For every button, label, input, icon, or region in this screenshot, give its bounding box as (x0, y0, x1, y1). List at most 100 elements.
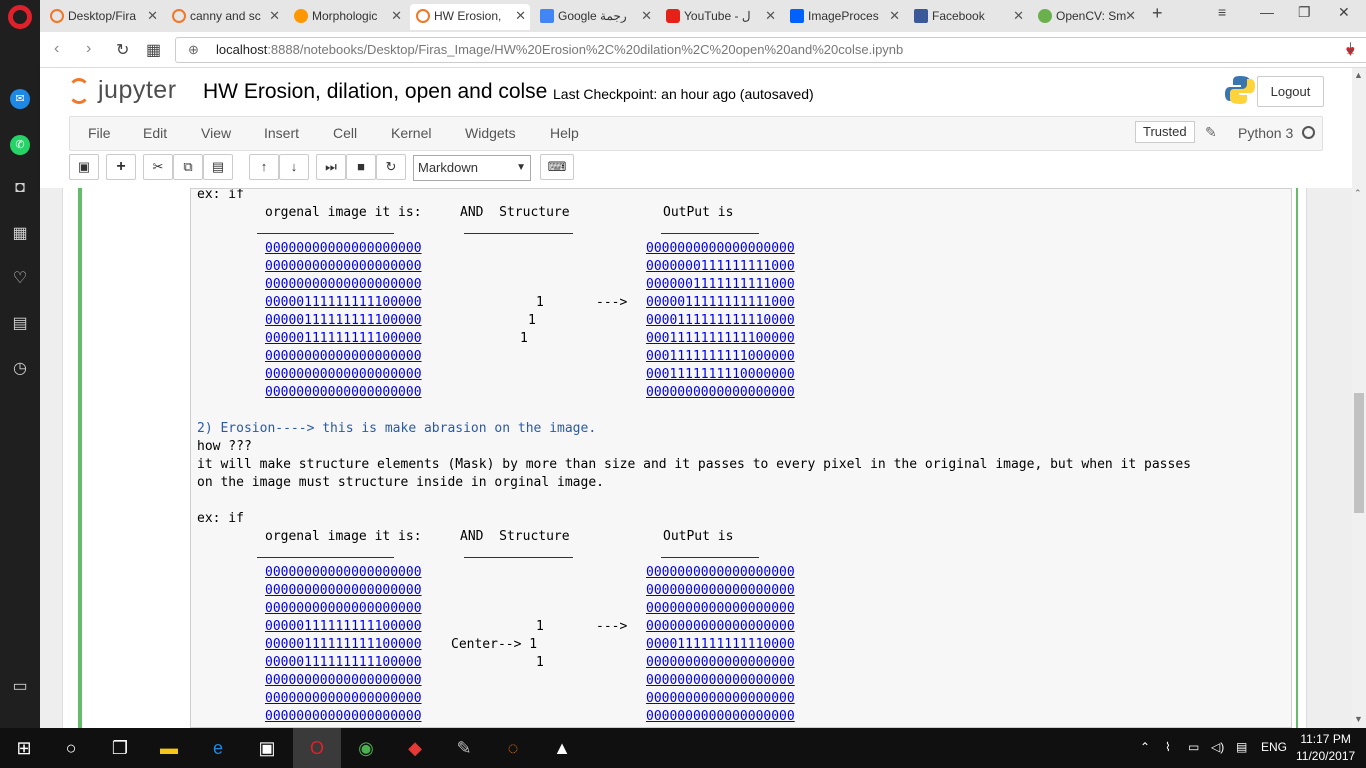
menu-cell[interactable]: Cell (333, 125, 357, 141)
keyboard-shortcuts-button[interactable]: ⌨ (540, 154, 574, 180)
matrix-row[interactable]: 00000000000000000000 (265, 564, 422, 582)
matrix-row[interactable]: 00000111111111100000 (265, 294, 422, 312)
matrix-row[interactable]: 0001111111111000000 (646, 348, 795, 366)
tab-6[interactable]: ImageProces ✕ (784, 4, 904, 30)
battery-icon[interactable]: ▭ (1188, 740, 1199, 754)
close-icon[interactable]: ✕ (889, 4, 900, 28)
system-clock[interactable]: 11:17 PM 11/20/2017 (1296, 731, 1355, 765)
matrix-row[interactable]: 00000000000000000000 (265, 384, 422, 402)
matrix-row[interactable]: 00000000000000000000 (265, 348, 422, 366)
matrix-row[interactable]: 0001111111110000000 (646, 366, 795, 384)
interrupt-button[interactable]: ■ (346, 154, 376, 180)
close-icon[interactable]: ✕ (269, 4, 280, 28)
vertical-scrollbar[interactable]: ▲ ⌃ ▼ (1352, 68, 1366, 728)
matrix-row[interactable]: 0000000000000000000 (646, 564, 795, 582)
tray-chevron-icon[interactable]: ⌃ (1140, 740, 1150, 754)
back-icon[interactable]: ‹ (54, 40, 59, 58)
pencil-icon[interactable]: ✎ (1205, 124, 1217, 141)
run-button[interactable]: ⏭ (316, 154, 346, 180)
scrollbar-thumb[interactable] (1354, 393, 1364, 513)
photos-icon[interactable]: ▲ (550, 736, 574, 760)
matrix-row[interactable]: 00000111111111100000 (265, 618, 422, 636)
cortana-search-icon[interactable]: ○ (59, 736, 83, 760)
tab-menu-icon[interactable]: ≡ (1218, 4, 1226, 20)
matrix-row[interactable]: 0000000000000000000 (646, 582, 795, 600)
task-view-icon[interactable]: ❐ (108, 736, 132, 760)
matrix-row[interactable]: 0000001111111111000 (646, 276, 795, 294)
logout-button[interactable]: Logout (1257, 76, 1324, 107)
copy-button[interactable]: ⧉ (173, 154, 203, 180)
close-icon[interactable]: ✕ (765, 4, 776, 28)
close-icon[interactable]: ✕ (1013, 4, 1024, 28)
camera-icon[interactable]: ◘ (10, 178, 30, 198)
tab-1[interactable]: canny and sc ✕ (166, 4, 284, 30)
matrix-row[interactable]: 00000000000000000000 (265, 258, 422, 276)
matrix-row[interactable]: 0000000111111111000 (646, 258, 795, 276)
matrix-row[interactable]: 00000000000000000000 (265, 690, 422, 708)
save-button[interactable]: ▣ (69, 154, 99, 180)
close-icon[interactable]: ✕ (641, 4, 652, 28)
opera-logo-icon[interactable] (8, 5, 32, 29)
cut-button[interactable]: ✂ (143, 154, 173, 180)
heart-icon[interactable]: ♡ (10, 269, 30, 289)
cell-type-select[interactable]: Markdown ▼ (413, 155, 531, 181)
close-window-icon[interactable]: ✕ (1338, 4, 1350, 21)
matrix-row[interactable]: 0000000000000000000 (646, 672, 795, 690)
keyboard-icon[interactable]: ▤ (1236, 740, 1247, 754)
matrix-row[interactable]: 00000000000000000000 (265, 366, 422, 384)
anydesk-icon[interactable]: ◆ (403, 736, 427, 760)
matrix-row[interactable]: 0000011111111111000 (646, 294, 795, 312)
matrix-row[interactable]: 00000111111111100000 (265, 312, 422, 330)
matrix-row[interactable]: 0000000000000000000 (646, 384, 795, 402)
scroll-up-icon[interactable]: ▲ (1354, 70, 1363, 80)
opera-taskbar-icon[interactable]: O (293, 728, 341, 768)
messenger-icon[interactable]: ✉ (10, 89, 30, 109)
edge-icon[interactable]: e (206, 736, 230, 760)
matrix-row[interactable]: 0001111111111100000 (646, 330, 795, 348)
matrix-row[interactable]: 00000000000000000000 (265, 582, 422, 600)
network-icon[interactable]: ⌇ (1165, 740, 1171, 754)
matrix-row[interactable]: 00000111111111100000 (265, 654, 422, 672)
matrix-row[interactable]: 0000000000000000000 (646, 690, 795, 708)
move-up-button[interactable]: ↑ (249, 154, 279, 180)
matrix-row[interactable]: 00000000000000000000 (265, 276, 422, 294)
tab-5[interactable]: YouTube - ل ✕ (660, 4, 780, 30)
tab-3-active[interactable]: HW Erosion, ✕ (410, 4, 530, 30)
matrix-row[interactable]: 0000111111111110000 (646, 636, 795, 654)
url-field[interactable]: ⊕ localhost:8888/notebooks/Desktop/Firas… (175, 37, 1366, 63)
close-icon[interactable]: ✕ (391, 4, 402, 28)
menu-help[interactable]: Help (550, 125, 579, 141)
tab-7[interactable]: Facebook ✕ (908, 4, 1028, 30)
windows-start-icon[interactable]: ⊞ (12, 736, 36, 760)
close-icon[interactable]: ✕ (147, 4, 158, 28)
restart-button[interactable]: ↻ (376, 154, 406, 180)
jupyter-logo-text[interactable]: jupyter (98, 76, 177, 105)
matrix-row[interactable]: 00000111111111100000 (265, 330, 422, 348)
store-icon[interactable]: ▣ (255, 736, 279, 760)
file-explorer-icon[interactable]: ▬ (157, 736, 181, 760)
tab-2[interactable]: Morphologic ✕ (288, 4, 406, 30)
whatsapp-icon[interactable]: ✆ (10, 135, 30, 155)
jupyter-taskbar-icon[interactable]: ◌ (501, 736, 525, 760)
new-tab-button[interactable]: + (1152, 3, 1163, 24)
trusted-badge[interactable]: Trusted (1135, 121, 1195, 143)
matrix-row[interactable]: 0000000000000000000 (646, 708, 795, 726)
volume-icon[interactable]: ◁) (1211, 740, 1224, 754)
matrix-row[interactable]: 00000000000000000000 (265, 600, 422, 618)
close-icon[interactable]: ✕ (515, 4, 526, 28)
chrome-icon[interactable]: ◉ (354, 736, 378, 760)
matrix-row[interactable]: 0000000000000000000 (646, 618, 795, 636)
language-indicator[interactable]: ENG (1261, 740, 1287, 754)
tab-8[interactable]: OpenCV: Sm ✕ (1032, 4, 1140, 30)
matrix-row[interactable]: 0000000000000000000 (646, 600, 795, 618)
menu-widgets[interactable]: Widgets (465, 125, 516, 141)
move-down-button[interactable]: ↓ (279, 154, 309, 180)
minimize-icon[interactable]: — (1260, 4, 1274, 20)
matrix-row[interactable]: 00000111111111100000 (265, 636, 422, 654)
menu-insert[interactable]: Insert (264, 125, 299, 141)
history-icon[interactable]: ◷ (10, 359, 30, 379)
reload-icon[interactable]: ↻ (116, 40, 129, 60)
news-icon[interactable]: ▤ (10, 314, 30, 334)
matrix-row[interactable]: 00000000000000000000 (265, 240, 422, 258)
scroll-up-icon[interactable]: ⌃ (1354, 188, 1362, 199)
